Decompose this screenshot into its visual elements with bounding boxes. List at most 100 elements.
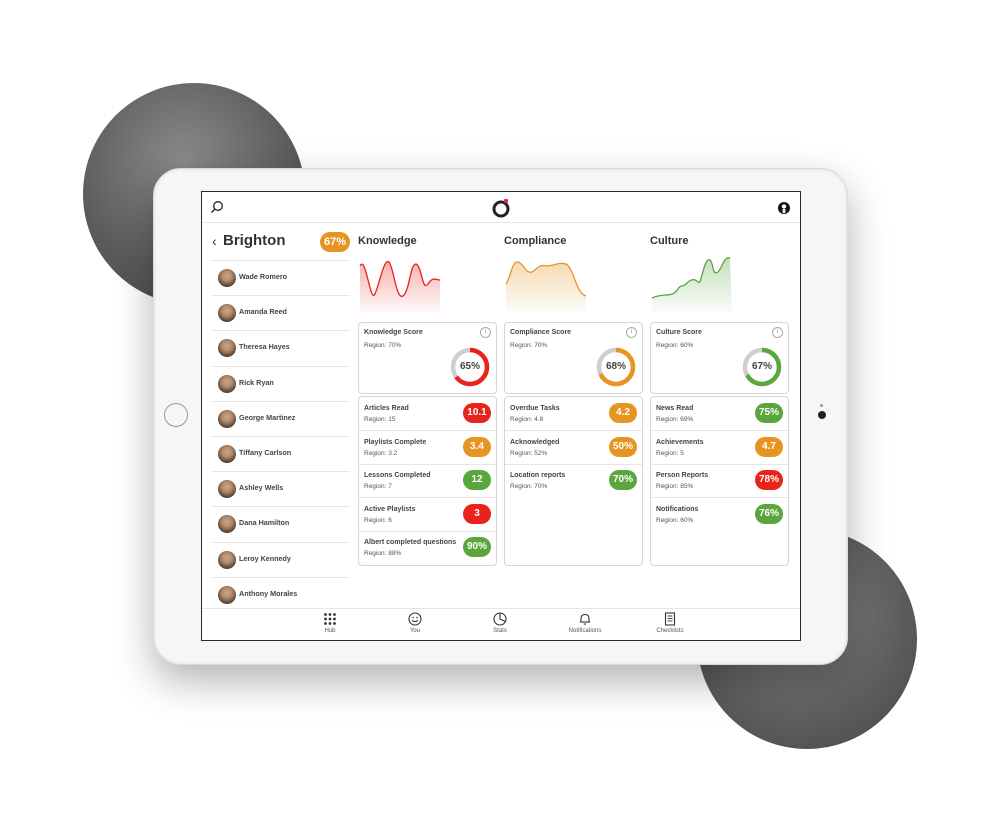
- metric-row[interactable]: Lessons Completed Region: 7 12: [359, 464, 496, 499]
- metric-row[interactable]: Location reports Region: 70% 70%: [505, 464, 642, 497]
- search-icon[interactable]: [210, 200, 224, 214]
- store-title: Brighton: [223, 232, 286, 249]
- metric-value-pill: 12: [463, 470, 491, 491]
- metric-value-pill: 3: [463, 503, 491, 524]
- person-row[interactable]: Leroy Kennedy: [212, 541, 350, 577]
- trend-sparkline: [359, 261, 441, 312]
- app-screen: ‹ Brighton 67% Wade Romero Amanda Reed The…: [201, 191, 801, 641]
- tablet-sensor: [820, 404, 823, 407]
- metric-name: News Read: [656, 405, 694, 412]
- avatar: [218, 515, 236, 534]
- score-region: Region: 70%: [510, 342, 548, 349]
- avatar: [218, 444, 236, 463]
- metric-region: Region: 7: [364, 483, 392, 491]
- tab-checklists[interactable]: Checklists: [640, 612, 700, 634]
- sparkline-area: [506, 261, 586, 312]
- metrics-card: News Read Region: 69% 75% Achievements Regio…: [650, 396, 789, 566]
- score-region: Region: 70%: [364, 342, 402, 349]
- top-bar: [202, 192, 800, 223]
- avatar: [218, 304, 236, 323]
- tab-label: You: [409, 628, 421, 634]
- score-value: 67%: [751, 361, 772, 372]
- person-row[interactable]: Dana Hamilton: [212, 506, 350, 541]
- metric-row[interactable]: Articles Read Region: 15 10.1: [359, 397, 496, 431]
- metric-name: Location reports: [510, 472, 566, 480]
- profile-icon[interactable]: [776, 200, 792, 216]
- metric-row[interactable]: Person Reports Region: 85% 78%: [651, 464, 788, 499]
- person-row[interactable]: Wade Romero: [212, 260, 350, 295]
- score-card[interactable]: Knowledge Score Region: 70% i 65%: [358, 322, 497, 394]
- person-row[interactable]: Theresa Hayes: [212, 330, 350, 365]
- metric-row[interactable]: Active Playlists Region: 6 3: [359, 498, 496, 532]
- back-chevron-icon[interactable]: ‹: [212, 233, 217, 249]
- metric-row[interactable]: Overdue Tasks Region: 4.8 4.2: [505, 397, 642, 431]
- tab-label: Checklists: [656, 628, 684, 634]
- person-name: Tiffany Carlson: [239, 447, 292, 457]
- person-name: George Martinez: [239, 412, 296, 422]
- metric-row[interactable]: News Read Region: 69% 75%: [651, 397, 788, 431]
- metric-row[interactable]: Albert completed questions Region: 88% 90%: [359, 531, 496, 564]
- store-sidebar: ‹ Brighton 67% Wade Romero Amanda Reed The…: [202, 222, 352, 608]
- tab-label: Notifications: [568, 628, 602, 634]
- person-name: Theresa Hayes: [239, 342, 290, 352]
- person-name: Dana Hamilton: [239, 518, 290, 528]
- metric-value-pill: 90%: [463, 537, 491, 558]
- tab-you[interactable]: You: [385, 612, 445, 634]
- tab-notifications[interactable]: Notifications: [555, 612, 615, 634]
- trend-sparkline: [651, 257, 732, 312]
- metrics-card: Articles Read Region: 15 10.1 Playlists Com…: [358, 396, 497, 566]
- avatar: [218, 550, 236, 569]
- metric-row[interactable]: Achievements Region: 5 4.7: [651, 431, 788, 465]
- person-name: Wade Romero: [239, 272, 288, 281]
- metric-row[interactable]: Notifications Region: 60% 76%: [651, 498, 788, 531]
- metric-value-pill: 75%: [755, 403, 783, 423]
- score-region: Region: 60%: [656, 342, 694, 349]
- metric-name: Albert completed questions: [364, 539, 457, 547]
- sidebar-header: ‹ Brighton 67%: [212, 232, 350, 254]
- metric-name: Playlists Complete: [364, 438, 427, 446]
- metric-row[interactable]: Playlists Complete Region: 3.2 3.4: [359, 431, 496, 465]
- score-value: 65%: [459, 361, 480, 372]
- info-icon[interactable]: i: [480, 327, 491, 338]
- person-row[interactable]: Tiffany Carlson: [212, 435, 350, 471]
- score-title: Culture Score: [656, 329, 702, 336]
- metric-region: Region: 15: [364, 416, 396, 423]
- metric-region: Region: 88%: [364, 550, 402, 558]
- tab-hub[interactable]: Hub: [300, 612, 360, 634]
- score-card[interactable]: Compliance Score Region: 70% i 68%: [504, 322, 643, 394]
- metric-value-pill: 10.1: [463, 403, 491, 423]
- metric-region: Region: 6: [364, 516, 392, 524]
- person-row[interactable]: Amanda Reed: [212, 295, 350, 330]
- person-name: Rick Ryan: [239, 377, 274, 387]
- metric-value-pill: 4.2: [609, 403, 637, 423]
- metric-name: Active Playlists: [364, 505, 416, 513]
- metric-value-pill: 78%: [755, 470, 783, 491]
- info-icon[interactable]: i: [772, 327, 783, 338]
- person-row[interactable]: George Martinez: [212, 400, 350, 436]
- tablet-camera: [818, 411, 826, 419]
- column-title: Compliance: [504, 235, 567, 247]
- grid-icon: [324, 613, 336, 625]
- person-row[interactable]: Anthony Morales: [212, 576, 350, 608]
- person-name: Leroy Kennedy: [239, 553, 291, 563]
- metric-region: Region: 5: [656, 449, 684, 457]
- metric-value-pill: 4.7: [755, 436, 783, 457]
- metric-region: Region: 52%: [510, 449, 548, 457]
- metric-value-pill: 76%: [755, 503, 783, 524]
- sparkline-area: [652, 257, 732, 312]
- metric-name: Acknowledged: [510, 438, 560, 446]
- metric-value-pill: 50%: [609, 436, 637, 457]
- person-row[interactable]: Rick Ryan: [212, 365, 350, 401]
- metric-row[interactable]: Acknowledged Region: 52% 50%: [505, 431, 642, 465]
- metric-name: Lessons Completed: [364, 472, 431, 480]
- column-title: Knowledge: [358, 235, 417, 247]
- avatar: [218, 585, 236, 604]
- score-card[interactable]: Culture Score Region: 60% i 67%: [650, 322, 789, 394]
- avatar: [218, 374, 236, 393]
- avatar: [218, 269, 236, 287]
- person-row[interactable]: Ashley Wells: [212, 471, 350, 506]
- info-icon[interactable]: i: [626, 327, 637, 338]
- tab-stats[interactable]: Stats: [470, 612, 530, 634]
- tab-label: Stats: [493, 628, 507, 634]
- bell-icon: [579, 613, 591, 625]
